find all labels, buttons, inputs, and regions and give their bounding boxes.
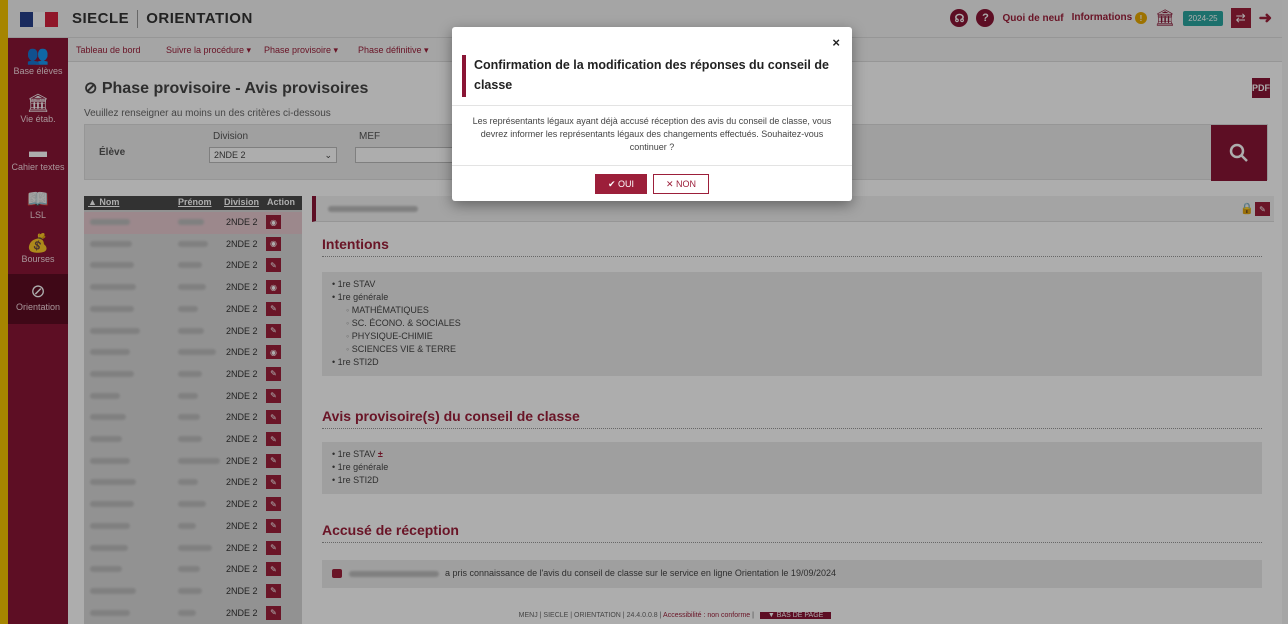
- oui-label: OUI: [618, 179, 635, 189]
- dialog-actions: ✔ OUI ✕ NON: [452, 174, 852, 194]
- close-icon[interactable]: ×: [832, 35, 840, 50]
- divider: [452, 105, 852, 106]
- check-icon: ✔: [607, 178, 619, 189]
- divider: [452, 165, 852, 166]
- x-icon: ✕: [665, 178, 677, 189]
- cancel-non-button[interactable]: ✕ NON: [653, 174, 709, 194]
- confirm-oui-button[interactable]: ✔ OUI: [595, 174, 647, 194]
- confirmation-dialog: × Confirmation de la modification des ré…: [452, 27, 852, 201]
- dialog-title: Confirmation de la modification des répo…: [462, 55, 840, 97]
- dialog-body: Les représentants légaux ayant déjà accu…: [472, 116, 832, 152]
- non-label: NON: [676, 179, 697, 189]
